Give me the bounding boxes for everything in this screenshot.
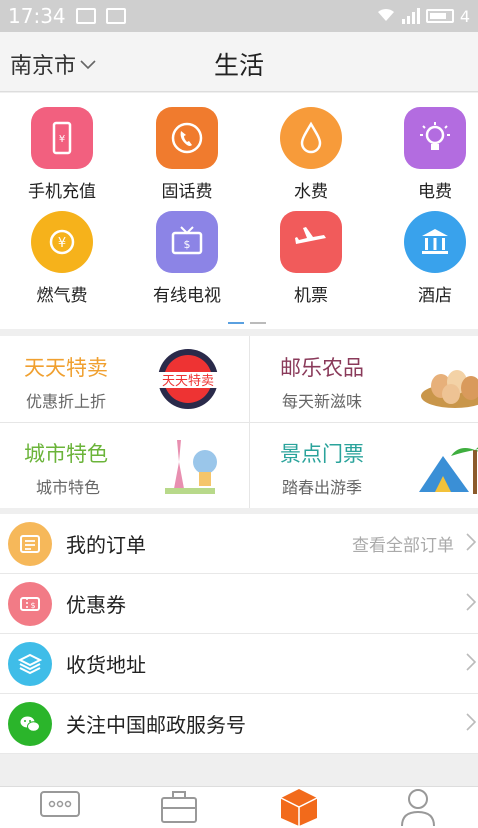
hotel-icon bbox=[404, 211, 466, 273]
airplane-icon bbox=[280, 211, 342, 273]
service-cable-tv[interactable]: $ 有线电视 bbox=[127, 211, 247, 306]
svg-text:$: $ bbox=[30, 601, 35, 610]
daily-deals-badge-icon: 天天特卖 bbox=[147, 346, 229, 412]
battery-icon bbox=[425, 9, 454, 23]
promo-subtitle: 每天新滋味 bbox=[282, 392, 363, 411]
service-flight[interactable]: 机票 bbox=[251, 211, 371, 306]
message-icon bbox=[38, 786, 82, 828]
service-grid: ¥ 手机充值 固话费 水费 电费 ¥ 燃气费 $ 有线电视 机票 酒店 bbox=[0, 93, 478, 329]
service-landline[interactable]: 固话费 bbox=[127, 107, 247, 202]
tv-icon: $ bbox=[156, 211, 218, 273]
briefcase-icon bbox=[157, 786, 201, 828]
chevron-right-icon bbox=[466, 712, 477, 736]
service-hotel[interactable]: 酒店 bbox=[375, 211, 478, 306]
svg-text:¥: ¥ bbox=[58, 236, 66, 251]
menu-list: 我的订单 查看全部订单 $ 优惠券 收货地址 关注中国邮政服务号 bbox=[0, 514, 478, 754]
promo-grid: 天天特卖 优惠折上折 天天特卖 邮乐农品 每天新滋味 城市特色 城市特色 景点门… bbox=[0, 336, 478, 508]
service-gas[interactable]: ¥ 燃气费 bbox=[2, 211, 122, 306]
gas-coin-icon: ¥ bbox=[31, 211, 93, 273]
menu-item-label: 关注中国邮政服务号 bbox=[66, 713, 246, 737]
promo-subtitle: 踏春出游季 bbox=[282, 478, 363, 497]
tab-messages[interactable] bbox=[0, 787, 120, 828]
page-title: 生活 bbox=[213, 51, 264, 80]
promo-title: 天天特卖 bbox=[24, 356, 108, 380]
camping-tent-icon bbox=[413, 432, 478, 498]
page-dot bbox=[228, 322, 244, 324]
svg-text:¥: ¥ bbox=[59, 134, 65, 145]
menu-item-shipping-address[interactable]: 收货地址 bbox=[0, 634, 478, 694]
promo-divider bbox=[0, 422, 478, 423]
mail-icon bbox=[105, 8, 126, 24]
promo-farm-products[interactable]: 邮乐农品 每天新滋味 bbox=[250, 336, 478, 422]
order-list-icon bbox=[8, 521, 52, 566]
phone-recharge-icon: ¥ bbox=[31, 107, 93, 169]
eggs-basket-icon bbox=[411, 346, 478, 412]
badge-text: 天天特卖 bbox=[162, 374, 214, 389]
promo-title: 邮乐农品 bbox=[280, 356, 364, 380]
promo-subtitle: 城市特色 bbox=[36, 478, 101, 497]
service-label: 燃气费 bbox=[36, 286, 88, 306]
menu-item-my-orders[interactable]: 我的订单 查看全部订单 bbox=[0, 514, 478, 574]
service-label: 有线电视 bbox=[153, 286, 221, 306]
address-layers-icon bbox=[8, 641, 52, 686]
page-indicator bbox=[228, 322, 266, 324]
view-all-orders-link[interactable]: 查看全部订单 bbox=[352, 531, 454, 556]
water-drop-icon bbox=[280, 107, 342, 169]
service-label: 酒店 bbox=[418, 286, 452, 306]
battery-label: 4 bbox=[459, 6, 470, 26]
top-header: 南京市 生活 bbox=[0, 32, 478, 92]
promo-title: 景点门票 bbox=[280, 442, 364, 466]
tab-services[interactable] bbox=[120, 787, 240, 828]
service-water[interactable]: 水费 bbox=[251, 107, 371, 202]
menu-item-label: 优惠券 bbox=[66, 593, 126, 617]
menu-item-label: 我的订单 bbox=[66, 533, 146, 557]
menu-item-coupons[interactable]: $ 优惠券 bbox=[0, 574, 478, 634]
user-icon bbox=[396, 786, 440, 828]
coupon-icon: $ bbox=[8, 581, 52, 626]
telephone-icon bbox=[156, 107, 218, 169]
service-electricity[interactable]: 电费 bbox=[375, 107, 478, 202]
signal-icon bbox=[401, 8, 420, 24]
promo-daily-deals[interactable]: 天天特卖 优惠折上折 天天特卖 bbox=[0, 336, 239, 422]
menu-item-label: 收货地址 bbox=[66, 653, 146, 677]
svg-text:$: $ bbox=[184, 238, 191, 251]
gallery-icon bbox=[75, 8, 96, 24]
eiffel-tower-icon bbox=[147, 432, 229, 498]
promo-title: 城市特色 bbox=[24, 442, 108, 466]
chevron-right-icon bbox=[466, 592, 477, 616]
status-time: 17:34 bbox=[8, 4, 66, 28]
service-label: 电费 bbox=[418, 182, 452, 202]
chevron-right-icon bbox=[466, 652, 477, 676]
service-label: 机票 bbox=[294, 286, 328, 306]
light-bulb-icon bbox=[404, 107, 466, 169]
service-label: 固话费 bbox=[161, 182, 213, 202]
tab-profile[interactable] bbox=[359, 787, 478, 828]
package-box-icon bbox=[277, 786, 321, 828]
wechat-icon bbox=[8, 701, 52, 746]
wifi-icon bbox=[376, 6, 396, 26]
page-dot bbox=[250, 322, 266, 324]
status-bar: 17:34 4 bbox=[0, 0, 478, 32]
service-label: 手机充值 bbox=[28, 182, 96, 202]
service-phone-recharge[interactable]: ¥ 手机充值 bbox=[2, 107, 122, 202]
menu-item-follow-service-account[interactable]: 关注中国邮政服务号 bbox=[0, 694, 478, 754]
service-label: 水费 bbox=[294, 182, 328, 202]
chevron-right-icon bbox=[466, 532, 477, 556]
promo-subtitle: 优惠折上折 bbox=[26, 392, 107, 411]
tab-life[interactable] bbox=[239, 787, 359, 828]
promo-attraction-tickets[interactable]: 景点门票 踏春出游季 bbox=[250, 422, 478, 508]
promo-city-specialty[interactable]: 城市特色 城市特色 bbox=[0, 422, 239, 508]
bottom-tab-bar bbox=[0, 786, 478, 828]
